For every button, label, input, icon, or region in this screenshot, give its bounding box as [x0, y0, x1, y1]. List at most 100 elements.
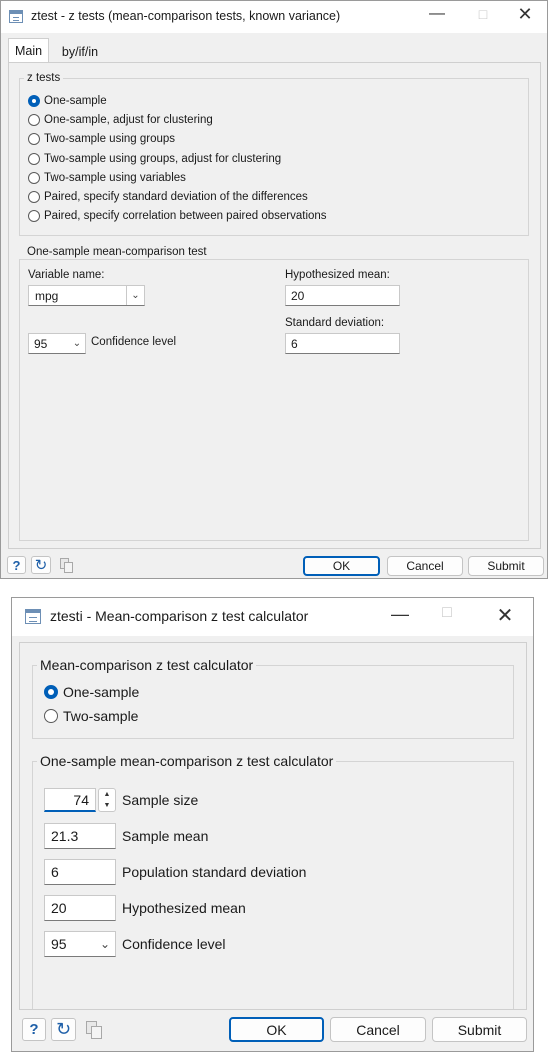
- radio-paired-correlation[interactable]: Paired, specify correlation between pair…: [28, 208, 327, 224]
- refresh-icon: ↻: [34, 557, 48, 574]
- one-sample-calculator-group-label: One-sample mean-comparison z test calcul…: [37, 753, 337, 769]
- calculator-type-group: [32, 665, 514, 739]
- one-sample-test-group-label: One-sample mean-comparison test: [24, 246, 210, 258]
- hypothesized-mean-input[interactable]: 20: [44, 895, 116, 921]
- confidence-level-combo[interactable]: 95 ⌄: [44, 931, 116, 957]
- tab-main[interactable]: Main: [8, 38, 49, 62]
- radio-two-sample-groups-clustering-label: Two-sample using groups, adjust for clus…: [44, 153, 282, 165]
- submit-button[interactable]: Submit: [468, 556, 544, 576]
- dialog-app-icon: [9, 10, 23, 23]
- standard-deviation-label: Standard deviation:: [285, 317, 385, 329]
- hypothesized-mean-input[interactable]: 20: [285, 285, 400, 306]
- radio-two-sample[interactable]: Two-sample: [44, 707, 138, 725]
- confidence-level-label: Confidence level: [91, 336, 177, 348]
- population-sd-value: 6: [51, 864, 59, 880]
- radio-two-sample-groups-clustering[interactable]: Two-sample using groups, adjust for clus…: [28, 151, 281, 167]
- ok-button[interactable]: OK: [303, 556, 380, 576]
- ztesti-dialog: ztesti - Mean-comparison z test calculat…: [11, 597, 534, 1052]
- confidence-level-value: 95: [34, 336, 48, 351]
- maximize-icon: □: [478, 6, 488, 22]
- submit-button-label: Submit: [487, 559, 525, 573]
- radio-one-sample-clustering[interactable]: One-sample, adjust for clustering: [28, 112, 213, 128]
- radio-one-sample[interactable]: One-sample: [44, 683, 139, 701]
- tab-by-if-in[interactable]: by/if/in: [53, 41, 107, 62]
- ztesti-titlebar[interactable]: ztesti - Mean-comparison z test calculat…: [12, 598, 533, 636]
- minimize-icon[interactable]: —: [387, 604, 413, 625]
- help-icon: ?: [12, 557, 21, 573]
- standard-deviation-value: 6: [291, 336, 298, 351]
- population-sd-label: Population standard deviation: [122, 864, 307, 880]
- ztest-titlebar[interactable]: ztest - z tests (mean-comparison tests, …: [1, 1, 547, 33]
- confidence-level-combo[interactable]: 95 ⌄: [28, 333, 86, 354]
- cancel-button[interactable]: Cancel: [330, 1017, 426, 1042]
- radio-one-sample-label: One-sample: [63, 684, 140, 700]
- radio-paired-sd-indicator[interactable]: [28, 191, 40, 203]
- ok-button-label: OK: [266, 1021, 287, 1038]
- tab-by-if-in-label: by/if/in: [61, 44, 99, 59]
- sample-size-input[interactable]: 74: [44, 788, 96, 812]
- close-icon[interactable]: ✕: [513, 4, 537, 25]
- radio-two-sample-groups-label: Two-sample using groups: [44, 133, 176, 145]
- cancel-button[interactable]: Cancel: [387, 556, 463, 576]
- sample-size-spinner[interactable]: ▲ ▼: [98, 788, 116, 812]
- sample-mean-label: Sample mean: [122, 828, 209, 844]
- hypothesized-mean-label: Hypothesized mean: [122, 900, 246, 916]
- reset-button[interactable]: ↻: [31, 556, 51, 574]
- radio-two-sample-label: Two-sample: [63, 708, 139, 724]
- close-icon[interactable]: ✕: [492, 603, 518, 628]
- radio-two-sample-variables-indicator[interactable]: [28, 172, 40, 184]
- main-tab-panel: z tests One-sample One-sample, adjust fo…: [8, 62, 541, 549]
- radio-one-sample-indicator[interactable]: [28, 95, 40, 107]
- variable-name-combo[interactable]: mpg ⌄: [28, 285, 145, 306]
- minimize-icon[interactable]: —: [425, 5, 449, 23]
- radio-one-sample[interactable]: One-sample: [28, 93, 107, 109]
- hypothesized-mean-label: Hypothesized mean:: [285, 269, 390, 281]
- radio-two-sample-variables[interactable]: Two-sample using variables: [28, 170, 186, 186]
- reset-button[interactable]: ↻: [51, 1018, 76, 1041]
- ztest-dialog: ztest - z tests (mean-comparison tests, …: [0, 0, 548, 579]
- ok-button[interactable]: OK: [229, 1017, 324, 1042]
- radio-two-sample-groups-clustering-indicator[interactable]: [28, 153, 40, 165]
- window-title: ztesti - Mean-comparison z test calculat…: [50, 608, 309, 624]
- sample-mean-input[interactable]: 21.3: [44, 823, 116, 849]
- radio-one-sample-clustering-label: One-sample, adjust for clustering: [44, 114, 213, 126]
- help-button[interactable]: ?: [22, 1018, 46, 1041]
- population-sd-input[interactable]: 6: [44, 859, 116, 885]
- chevron-down-icon[interactable]: ⌄: [95, 932, 115, 956]
- variable-name-label: Variable name:: [28, 269, 105, 281]
- arrow-down-icon[interactable]: ▼: [99, 800, 115, 811]
- copy-button: [57, 556, 77, 574]
- copy-button: [82, 1018, 107, 1041]
- help-button[interactable]: ?: [7, 556, 26, 574]
- cancel-button-label: Cancel: [356, 1021, 400, 1038]
- maximize-icon: □: [442, 604, 452, 621]
- dialog-app-icon: [25, 609, 41, 624]
- standard-deviation-input[interactable]: 6: [285, 333, 400, 354]
- radio-one-sample-indicator[interactable]: [44, 685, 58, 699]
- hypothesized-mean-value: 20: [291, 288, 305, 303]
- submit-button[interactable]: Submit: [432, 1017, 527, 1042]
- cancel-button-label: Cancel: [406, 559, 444, 573]
- help-icon: ?: [29, 1021, 39, 1038]
- radio-paired-sd[interactable]: Paired, specify standard deviation of th…: [28, 189, 308, 205]
- radio-two-sample-groups-indicator[interactable]: [28, 133, 40, 145]
- radio-one-sample-clustering-indicator[interactable]: [28, 114, 40, 126]
- radio-paired-correlation-indicator[interactable]: [28, 210, 40, 222]
- ztests-group-label: z tests: [24, 72, 64, 84]
- confidence-level-label: Confidence level: [122, 936, 226, 952]
- radio-paired-sd-label: Paired, specify standard deviation of th…: [44, 191, 308, 203]
- variable-name-value: mpg: [35, 288, 59, 303]
- hypothesized-mean-value: 20: [51, 900, 67, 916]
- radio-two-sample-indicator[interactable]: [44, 709, 58, 723]
- sample-mean-value: 21.3: [51, 828, 79, 844]
- chevron-down-icon[interactable]: ⌄: [126, 286, 144, 305]
- radio-two-sample-groups[interactable]: Two-sample using groups: [28, 131, 175, 147]
- chevron-down-icon[interactable]: ⌄: [69, 334, 85, 353]
- window-title: ztest - z tests (mean-comparison tests, …: [31, 9, 341, 23]
- sample-size-value: 74: [73, 791, 89, 808]
- arrow-up-icon[interactable]: ▲: [99, 789, 115, 800]
- refresh-icon: ↻: [55, 1019, 72, 1039]
- calculator-type-group-label: Mean-comparison z test calculator: [37, 657, 257, 673]
- ztesti-panel: Mean-comparison z test calculator One-sa…: [19, 642, 527, 1010]
- confidence-level-value: 95: [51, 936, 67, 952]
